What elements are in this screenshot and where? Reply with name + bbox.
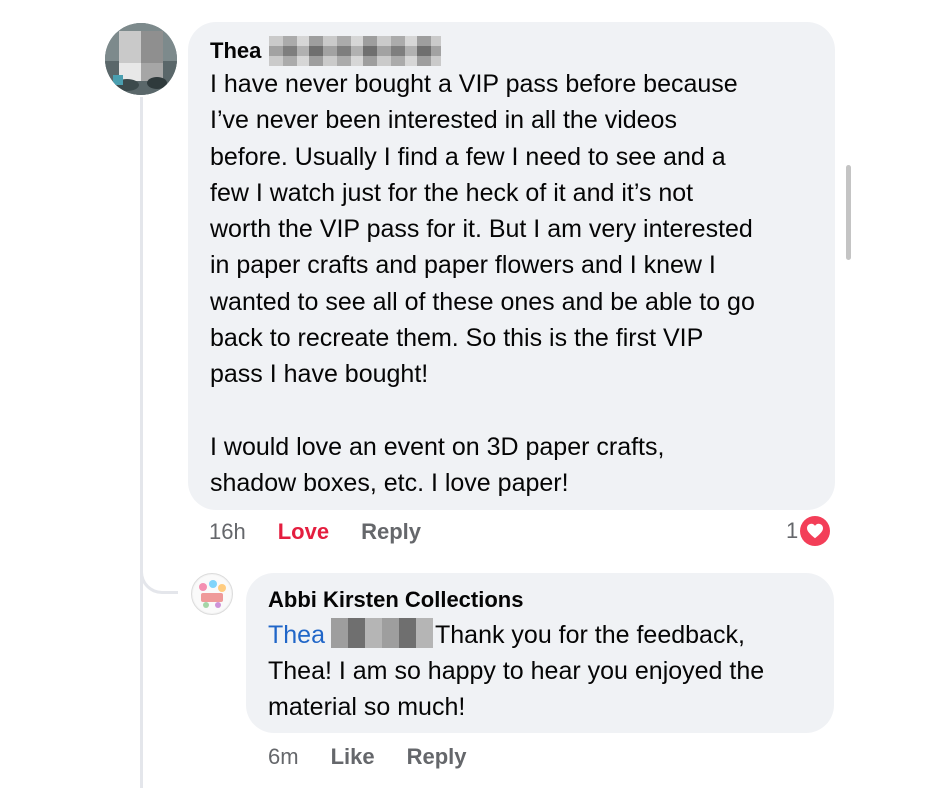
comment-author[interactable]: Thea [210,36,813,66]
reply-body-line1: Thank you for the feedback, [434,621,745,649]
love-button[interactable]: Love [278,519,329,545]
comment-timestamp[interactable]: 16h [209,519,246,545]
reply-author[interactable]: Abbi Kirsten Collections [268,585,812,615]
like-button[interactable]: Like [331,744,375,770]
heart-reaction-icon [800,516,831,546]
reaction-summary[interactable]: 1 [786,516,831,546]
comment-bubble: Thea I have never bought a VIP pass befo… [188,22,835,510]
reaction-count: 1 [786,518,799,543]
avatar-photo-icon [105,23,177,95]
comment-actions: 16h Love Reply [209,517,453,547]
reply-reply-button[interactable]: Reply [407,744,467,770]
reply-body: Thea Thank you for the feedback, Thea! I … [268,617,812,725]
brand-logo-icon [193,575,231,613]
thread-connector [140,560,178,594]
reply-timestamp[interactable]: 6m [268,744,299,770]
commenter-avatar[interactable] [105,23,177,95]
reply-button[interactable]: Reply [361,519,421,545]
author-name[interactable]: Thea [210,36,261,66]
comment-body: I have never bought a VIP pass before be… [210,70,755,498]
thread-line [140,97,143,788]
reply-body-rest: Thea! I am so happy to hear you enjoyed … [268,657,765,721]
scrollbar[interactable] [846,165,851,260]
redacted-mention-block [330,618,433,648]
reply-actions: 6m Like Reply [268,742,499,772]
page-avatar[interactable] [191,573,233,615]
mention-link[interactable]: Thea [268,621,325,649]
reply-bubble: Abbi Kirsten Collections Thea Thank you f… [246,573,834,733]
redacted-name-block [269,36,442,66]
